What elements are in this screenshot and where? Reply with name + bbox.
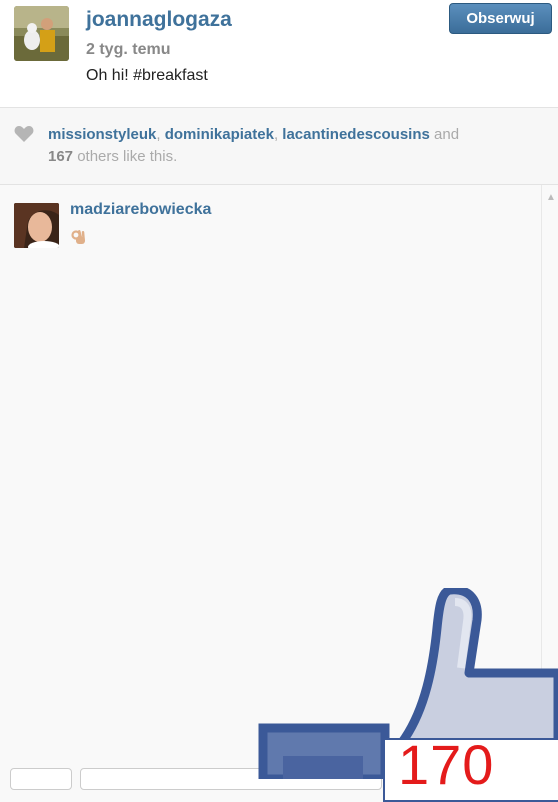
likes-and: and	[429, 126, 460, 143]
ok-hand-emoji-icon	[70, 227, 88, 250]
likes-others: others like this.	[73, 148, 178, 165]
likes-summary: missionstyleuk, dominikapiatek, lacantin…	[48, 124, 553, 168]
liker-link[interactable]: lacantinedescousins	[282, 126, 430, 143]
comment-avatar[interactable]	[14, 203, 59, 248]
author-username[interactable]: joannaglogaza	[86, 8, 232, 32]
likes-separator: ,	[156, 126, 165, 143]
liker-link[interactable]: dominikapiatek	[165, 126, 274, 143]
heart-icon[interactable]	[14, 125, 34, 148]
likes-count[interactable]: 167	[48, 148, 73, 165]
liker-link[interactable]: missionstyleuk	[48, 126, 156, 143]
author-avatar[interactable]	[14, 6, 69, 61]
scroll-up-icon[interactable]: ▲	[546, 192, 556, 203]
post-caption: Oh hi! #breakfast	[86, 67, 208, 84]
post-timestamp: 2 tyg. temu	[86, 41, 171, 58]
follow-button[interactable]: Obserwuj	[449, 3, 552, 34]
comment-username[interactable]: madziarebowiecka	[70, 201, 211, 219]
like-count-overlay: 170	[398, 733, 495, 796]
footer-like-button[interactable]	[10, 768, 72, 790]
